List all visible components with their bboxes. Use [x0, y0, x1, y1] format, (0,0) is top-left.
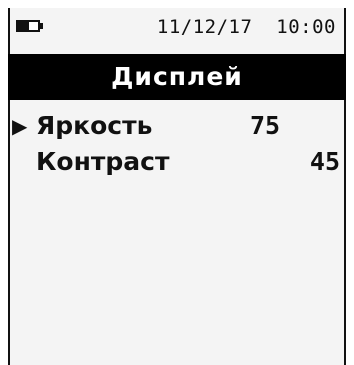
status-datetime: 11/12/17 10:00 [157, 16, 336, 38]
status-bar: 11/12/17 10:00 [10, 8, 344, 50]
device-screen: 11/12/17 10:00 Дисплей ▶ Яркость 75 Конт… [8, 8, 346, 365]
selector-arrow-icon: ▶ [12, 114, 28, 138]
menu-item-label: Контраст [36, 147, 170, 176]
battery-icon [16, 20, 40, 32]
status-time: 10:00 [276, 16, 336, 38]
menu-item-brightness[interactable]: ▶ Яркость 75 [10, 108, 344, 144]
page-title-bar: Дисплей [8, 54, 346, 100]
menu-item-contrast[interactable]: Контраст 45 [10, 144, 344, 180]
battery-level-fill [18, 22, 29, 30]
settings-menu: ▶ Яркость 75 Контраст 45 [10, 108, 344, 180]
menu-item-label: Яркость [36, 111, 153, 140]
page-title: Дисплей [111, 62, 243, 91]
menu-item-value: 75 [250, 111, 281, 140]
status-date: 11/12/17 [156, 16, 253, 38]
menu-item-value: 45 [309, 147, 340, 176]
battery-tip [39, 23, 43, 29]
